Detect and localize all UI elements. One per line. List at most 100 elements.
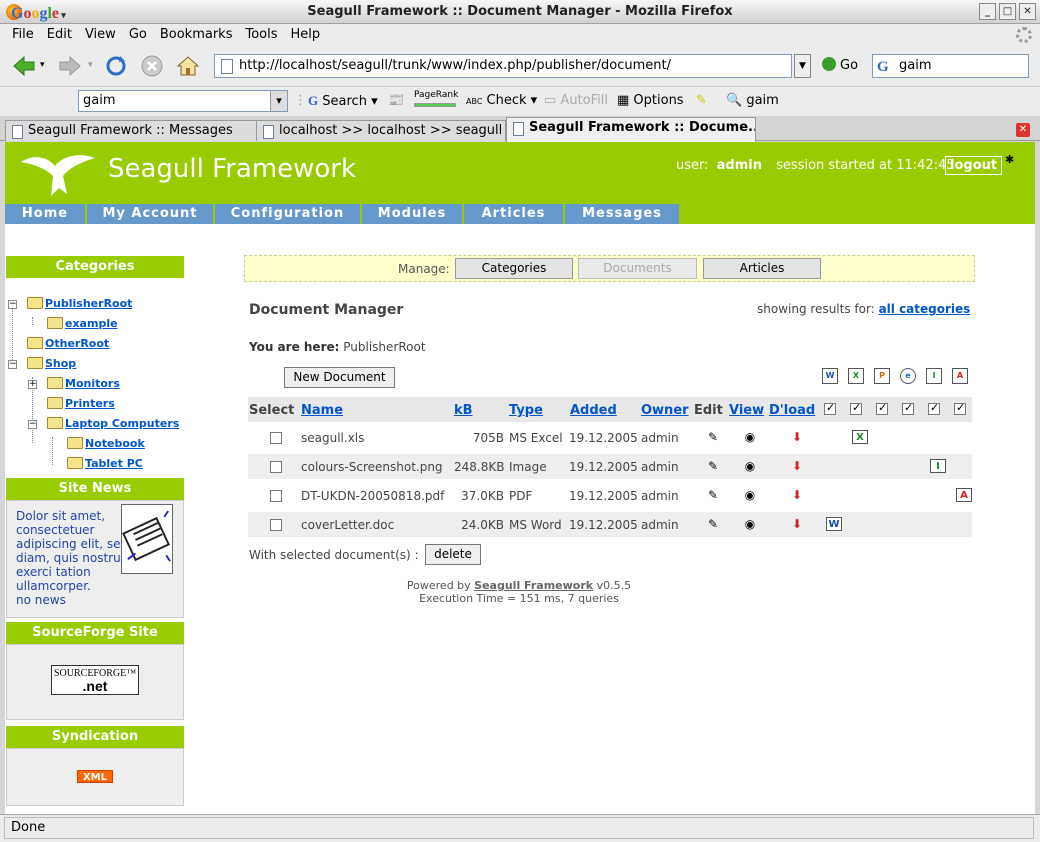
header-download[interactable]: D'load [769, 403, 815, 418]
manage-categories-button[interactable]: Categories [455, 258, 573, 279]
row-select-checkbox[interactable] [270, 490, 282, 502]
autofill-button[interactable]: ▭ AutoFill [544, 93, 608, 108]
row-select-checkbox[interactable] [270, 519, 282, 531]
filter-checkbox-pdf[interactable] [954, 401, 966, 415]
pagerank-indicator[interactable]: PageRank [414, 90, 458, 110]
nav-modules[interactable]: Modules [362, 204, 462, 224]
minimize-button[interactable]: _ [979, 3, 996, 20]
header-kb[interactable]: kB [454, 403, 473, 418]
spellcheck-button[interactable]: ABC Check ▾ [466, 93, 537, 108]
header-type[interactable]: Type [509, 403, 543, 418]
all-categories-link[interactable]: all categories [879, 302, 971, 316]
doc-name[interactable]: seagull.xls [301, 431, 364, 445]
go-button[interactable]: Go [822, 57, 858, 73]
url-dropdown-icon[interactable]: ▼ [794, 54, 811, 78]
doc-name[interactable]: DT-UKDN-20050818.pdf [301, 489, 444, 503]
category-tablet-pc[interactable]: Tablet PC [67, 457, 143, 470]
excel-filter-icon[interactable]: X [848, 368, 864, 384]
category-shop[interactable]: Shop [27, 357, 76, 370]
google-search-input[interactable]: gaim [78, 90, 288, 112]
header-owner[interactable]: Owner [641, 403, 689, 418]
powerpoint-filter-icon[interactable]: P [874, 368, 890, 384]
edit-icon[interactable]: ✎ [705, 430, 721, 444]
filter-checkbox-image[interactable] [928, 401, 940, 415]
row-select-checkbox[interactable] [270, 461, 282, 473]
view-eye-icon[interactable]: ◉ [742, 459, 758, 473]
category-publisherroot[interactable]: PublisherRoot [27, 297, 132, 310]
download-icon[interactable]: ⬇ [789, 459, 805, 473]
manage-articles-button[interactable]: Articles [703, 258, 821, 279]
highlight-icon[interactable]: ✎ [696, 93, 707, 108]
doc-name[interactable]: colours-Screenshot.png [301, 460, 443, 474]
options-button[interactable]: ▦ Options [617, 93, 684, 108]
tree-collapse-toggle[interactable]: − [28, 420, 37, 429]
back-dropdown-icon[interactable]: ▾ [40, 60, 45, 70]
view-eye-icon[interactable]: ◉ [742, 517, 758, 531]
nav-my-account[interactable]: My Account [87, 204, 213, 224]
nav-messages[interactable]: Messages [565, 204, 679, 224]
header-name[interactable]: Name [301, 403, 343, 418]
tab-localhost[interactable]: localhost >> localhost >> seagull ... [256, 120, 506, 141]
site-name[interactable]: Seagull Framework [108, 154, 356, 184]
menu-file[interactable]: File [6, 24, 41, 46]
header-view[interactable]: View [729, 403, 764, 418]
image-filter-icon[interactable]: I [926, 368, 942, 384]
url-input[interactable]: http://localhost/seagull/trunk/www/index… [214, 54, 792, 78]
filter-checkbox-word[interactable] [824, 401, 836, 415]
menu-help[interactable]: Help [285, 24, 328, 46]
menu-go[interactable]: Go [123, 24, 154, 46]
menu-tools[interactable]: Tools [239, 24, 284, 46]
menu-bookmarks[interactable]: Bookmarks [154, 24, 240, 46]
nav-home[interactable]: Home [5, 204, 85, 224]
download-icon[interactable]: ⬇ [789, 430, 805, 444]
close-window-button[interactable]: ✕ [1019, 3, 1036, 20]
xml-feed-badge[interactable]: XML [77, 770, 113, 783]
edit-icon[interactable]: ✎ [705, 488, 721, 502]
filter-checkbox-excel[interactable] [850, 401, 862, 415]
nav-articles[interactable]: Articles [464, 204, 563, 224]
news-icon[interactable]: 📰 [388, 93, 404, 108]
category-printers[interactable]: Printers [47, 397, 115, 410]
google-search-button[interactable]: G Search ▾ [308, 93, 378, 109]
category-example[interactable]: example [47, 317, 118, 330]
category-notebook[interactable]: Notebook [67, 437, 145, 450]
seagull-framework-link[interactable]: Seagull Framework [474, 579, 593, 592]
category-otherroot[interactable]: OtherRoot [27, 337, 109, 350]
tab-messages[interactable]: Seagull Framework :: Messages [5, 120, 257, 141]
home-icon[interactable] [176, 54, 200, 78]
debug-bug-icon[interactable]: ✱ [1005, 153, 1014, 166]
category-laptop-computers[interactable]: Laptop Computers [47, 417, 179, 430]
filter-checkbox-html[interactable] [902, 401, 914, 415]
back-icon[interactable] [12, 54, 36, 78]
row-select-checkbox[interactable] [270, 432, 282, 444]
nav-configuration[interactable]: Configuration [215, 204, 360, 224]
view-eye-icon[interactable]: ◉ [742, 430, 758, 444]
tab-document-manager[interactable]: Seagull Framework :: Docume... [506, 117, 756, 142]
word-find-button[interactable]: 🔍 gaim [726, 93, 779, 108]
pdf-filter-icon[interactable]: A [952, 368, 968, 384]
new-document-button[interactable]: New Document [284, 367, 395, 388]
tree-collapse-toggle[interactable]: − [8, 300, 17, 309]
close-tab-icon[interactable]: ✕ [1016, 123, 1030, 137]
tree-expand-toggle[interactable]: + [28, 380, 37, 389]
forward-dropdown-icon[interactable]: ▾ [88, 60, 93, 70]
maximize-button[interactable]: □ [999, 3, 1016, 20]
filter-checkbox-powerpoint[interactable] [876, 401, 888, 415]
stop-icon[interactable] [140, 54, 164, 78]
edit-icon[interactable]: ✎ [705, 459, 721, 473]
forward-icon[interactable] [58, 54, 82, 78]
header-added[interactable]: Added [570, 403, 617, 418]
menu-view[interactable]: View [79, 24, 123, 46]
delete-button[interactable]: delete [425, 544, 481, 565]
html-filter-icon[interactable]: e [900, 368, 916, 384]
logout-button[interactable]: logout [945, 156, 1003, 175]
word-filter-icon[interactable]: W [822, 368, 838, 384]
doc-name[interactable]: coverLetter.doc [301, 518, 394, 532]
reload-icon[interactable] [104, 54, 128, 78]
category-monitors[interactable]: Monitors [47, 377, 120, 390]
edit-icon[interactable]: ✎ [705, 517, 721, 531]
tree-collapse-toggle[interactable]: − [8, 360, 17, 369]
download-icon[interactable]: ⬇ [789, 517, 805, 531]
download-icon[interactable]: ⬇ [789, 488, 805, 502]
menu-edit[interactable]: Edit [41, 24, 79, 46]
